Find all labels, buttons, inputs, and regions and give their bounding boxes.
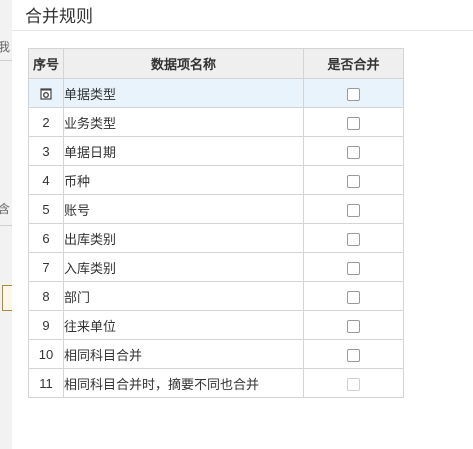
table-row[interactable]: 2 业务类型: [28, 107, 404, 137]
merge-checkbox: [347, 377, 360, 391]
row-seq-cell: 9: [28, 310, 64, 340]
dialog-title: 合并规则: [25, 7, 93, 26]
table-row[interactable]: 单据类型: [28, 78, 404, 108]
row-name-cell: 币种: [63, 165, 304, 195]
row-merge-cell: [303, 136, 404, 166]
row-seq-cell: 5: [28, 194, 64, 224]
row-merge-cell: [303, 194, 404, 224]
row-merge-cell: [303, 78, 404, 108]
table-row[interactable]: 7 入库类别: [28, 252, 404, 282]
merge-checkbox[interactable]: [347, 261, 360, 275]
column-header-seq[interactable]: 序号: [28, 48, 64, 79]
merge-checkbox[interactable]: [347, 290, 360, 304]
row-merge-cell: [303, 165, 404, 195]
row-name-cell: 相同科目合并: [63, 339, 304, 369]
table-row[interactable]: 8 部门: [28, 281, 404, 311]
table-row[interactable]: 5 账号: [28, 194, 404, 224]
row-merge-cell: [303, 223, 404, 253]
row-name-cell: 单据日期: [63, 136, 304, 166]
row-seq-cell: 4: [28, 165, 64, 195]
row-name-cell: 往来单位: [63, 310, 304, 340]
background-text-fragment: 我: [0, 40, 11, 54]
merge-checkbox[interactable]: [347, 203, 360, 217]
row-seq-cell: 10: [28, 339, 64, 369]
row-name-cell: 账号: [63, 194, 304, 224]
background-text-fragment: 含: [0, 202, 11, 216]
merge-checkbox[interactable]: [347, 87, 360, 101]
table-header-row: 序号 数据项名称 是否合并: [28, 48, 404, 79]
merge-checkbox[interactable]: [347, 145, 360, 159]
dialog-body: 序号 数据项名称 是否合并 单据类型 2 业务类型 3 单据日期 4 币种 5 账号 6 出库类别 7…: [12, 31, 473, 449]
merge-rules-dialog: 合并规则 序号 数据项名称 是否合并 单据类型 2 业务类型 3 单据日期 4 币种 5 账号 6…: [12, 0, 473, 449]
merge-checkbox[interactable]: [347, 174, 360, 188]
table-row[interactable]: 4 币种: [28, 165, 404, 195]
table-row[interactable]: 10 相同科目合并: [28, 339, 404, 369]
row-name-cell: 出库类别: [63, 223, 304, 253]
divider: [0, 225, 12, 226]
row-name-cell: 业务类型: [63, 107, 304, 137]
row-name-cell: 入库类别: [63, 252, 304, 282]
column-header-merge[interactable]: 是否合并: [303, 48, 404, 79]
row-name-cell: 相同科目合并时，摘要不同也合并: [63, 368, 304, 398]
row-name-cell: 单据类型: [63, 78, 304, 108]
merge-rules-table: 序号 数据项名称 是否合并 单据类型 2 业务类型 3 单据日期 4 币种 5 账号 6 出库类别 7…: [28, 48, 404, 398]
table-row[interactable]: 3 单据日期: [28, 136, 404, 166]
merge-checkbox[interactable]: [347, 348, 360, 362]
row-merge-cell: [303, 281, 404, 311]
row-merge-cell: [303, 107, 404, 137]
divider: [0, 60, 12, 61]
row-name-cell: 部门: [63, 281, 304, 311]
row-seq-cell: 6: [28, 223, 64, 253]
merge-checkbox[interactable]: [347, 232, 360, 246]
table-row[interactable]: 9 往来单位: [28, 310, 404, 340]
row-seq-cell: 8: [28, 281, 64, 311]
row-seq-cell: 3: [28, 136, 64, 166]
row-seq-cell: 2: [28, 107, 64, 137]
row-merge-cell: [303, 339, 404, 369]
table-row[interactable]: 11 相同科目合并时，摘要不同也合并: [28, 368, 404, 398]
table-row[interactable]: 6 出库类别: [28, 223, 404, 253]
gear-icon[interactable]: [40, 88, 52, 100]
row-seq-cell[interactable]: [28, 78, 64, 108]
merge-checkbox[interactable]: [347, 116, 360, 130]
row-seq-cell: 11: [28, 368, 64, 398]
column-header-name[interactable]: 数据项名称: [63, 48, 304, 79]
row-seq-cell: 7: [28, 252, 64, 282]
merge-checkbox[interactable]: [347, 319, 360, 333]
row-merge-cell: [303, 368, 404, 398]
dialog-header[interactable]: 合并规则: [12, 0, 473, 31]
row-merge-cell: [303, 252, 404, 282]
row-merge-cell: [303, 310, 404, 340]
